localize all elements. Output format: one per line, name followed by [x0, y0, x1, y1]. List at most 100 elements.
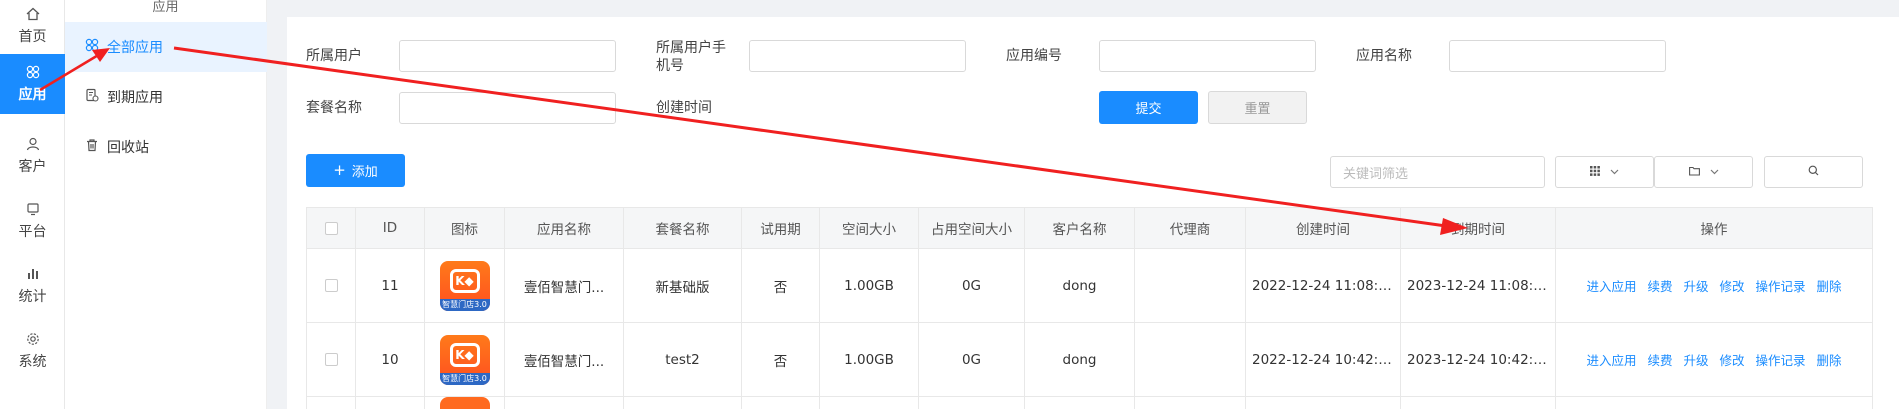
nav-item-label: 系统 [18, 354, 47, 370]
gear-icon [25, 331, 41, 347]
nav-item-label: 统计 [18, 289, 47, 305]
sub-item-expired-apps[interactable]: 到期应用 [65, 72, 267, 122]
trash-icon [85, 138, 99, 156]
grid-icon [1590, 165, 1600, 179]
column-header: 试用期 [741, 207, 820, 249]
sub-item-recycle-bin[interactable]: 回收站 [65, 122, 267, 172]
sub-item-label: 回收站 [107, 140, 149, 156]
nav-item-apps[interactable]: 应用 [0, 54, 65, 114]
add-button[interactable]: + 添加 [306, 154, 405, 187]
delete-link[interactable]: 删除 [1817, 350, 1842, 369]
app-no-label: 应用编号 [1006, 48, 1062, 64]
renew-link[interactable]: 续费 [1647, 350, 1672, 369]
space-cell: 1.00GB [819, 322, 919, 397]
renew-link[interactable]: 续费 [1647, 276, 1672, 295]
select-all-cell [306, 207, 356, 249]
column-header: 套餐名称 [623, 207, 742, 249]
trial-cell: 否 [741, 248, 820, 323]
created-cell: 2022-12-24 11:08:07 [1245, 248, 1401, 323]
sub-item-label: 全部应用 [107, 40, 163, 56]
chart-icon [25, 266, 41, 282]
app-name-cell: 壹佰智慧门... [504, 248, 624, 323]
app-name-label: 应用名称 [1356, 48, 1412, 64]
table-row [306, 396, 1873, 409]
nav-item-label: 平台 [18, 224, 47, 240]
agent-cell [1134, 248, 1246, 323]
package-input[interactable] [399, 92, 616, 124]
edit-link[interactable]: 修改 [1720, 276, 1745, 295]
column-header[interactable]: 到期时间 [1400, 207, 1556, 249]
space-cell: 1.00GB [819, 248, 919, 323]
app-name-cell: 壹佰智慧门... [504, 322, 624, 397]
package-cell: test2 [623, 322, 742, 397]
upgrade-link[interactable]: 升级 [1683, 350, 1708, 369]
column-header: 客户名称 [1024, 207, 1135, 249]
agent-cell [1134, 322, 1246, 397]
apps-icon [85, 38, 99, 56]
operation-log-link[interactable]: 操作记录 [1756, 276, 1806, 295]
nav-item-system[interactable]: 系统 [0, 325, 65, 377]
sub-item-all-apps[interactable]: 全部应用 [65, 22, 267, 72]
table-row: 11 K◆ 智慧门店3.0 壹佰智慧门... 新基础版 否 1.00GB 0G d… [306, 248, 1873, 323]
row-checkbox[interactable] [324, 279, 338, 292]
expire-cell: 2023-12-24 11:08:07 [1400, 248, 1556, 323]
search-icon [1808, 165, 1819, 179]
nav-item-customers[interactable]: 客户 [0, 130, 65, 182]
icon-cell: K◆ 智慧门店3.0 [424, 248, 505, 323]
select-all-checkbox[interactable] [324, 221, 338, 235]
export-button[interactable] [1654, 156, 1753, 188]
owner-input[interactable] [399, 40, 616, 72]
chevron-down-icon [1710, 167, 1719, 178]
column-toggle-button[interactable] [1555, 156, 1654, 188]
search-button[interactable] [1764, 156, 1863, 188]
column-header[interactable]: 创建时间 [1245, 207, 1401, 249]
folder-icon [1688, 166, 1700, 179]
keyword-filter-input[interactable]: 关键词筛选 [1330, 156, 1545, 188]
app-name-input[interactable] [1449, 40, 1666, 72]
plus-icon: + [333, 161, 346, 179]
owner-phone-label: 所属用户手 机号 [656, 40, 726, 74]
table-row: 10 K◆ 智慧门店3.0 壹佰智慧门... test2 否 1.00GB 0G … [306, 322, 1873, 397]
operation-log-link[interactable]: 操作记录 [1756, 350, 1806, 369]
nav-item-stats[interactable]: 统计 [0, 260, 65, 312]
user-icon [25, 136, 41, 152]
sub-menu: 应用 全部应用 到期应用 回收站 [65, 0, 267, 409]
app-logo-icon: K◆ 智慧门店3.0 [439, 334, 490, 385]
id-cell: 10 [355, 322, 425, 397]
customer-cell: dong [1024, 248, 1135, 323]
column-header: 应用名称 [504, 207, 624, 249]
package-cell: 新基础版 [623, 248, 742, 323]
chevron-down-icon [1610, 167, 1619, 178]
sub-item-label: 到期应用 [107, 90, 163, 106]
table-header-row: ID 图标 应用名称 套餐名称 试用期 空间大小 占用空间大小 客户名称 代理商… [306, 207, 1873, 249]
enter-app-link[interactable]: 进入应用 [1586, 350, 1636, 369]
nav-item-label: 首页 [18, 29, 47, 45]
row-checkbox[interactable] [324, 353, 338, 366]
column-header[interactable]: ID [355, 207, 425, 249]
owner-phone-input[interactable] [749, 40, 966, 72]
upgrade-link[interactable]: 升级 [1683, 276, 1708, 295]
created-label: 创建时间 [656, 100, 712, 116]
app-no-input[interactable] [1099, 40, 1316, 72]
reset-button[interactable]: 重置 [1208, 91, 1307, 124]
row-select-cell [306, 248, 356, 323]
nav-item-platform[interactable]: 平台 [0, 195, 65, 247]
delete-link[interactable]: 删除 [1817, 276, 1842, 295]
actions-cell: 进入应用 续费 升级 修改 操作记录 删除 [1555, 322, 1873, 397]
submit-button[interactable]: 提交 [1099, 91, 1198, 124]
column-header: 代理商 [1134, 207, 1246, 249]
used-space-cell: 0G [918, 248, 1025, 323]
icon-cell: K◆ 智慧门店3.0 [424, 322, 505, 397]
created-cell: 2022-12-24 10:42:30 [1245, 322, 1401, 397]
customer-cell: dong [1024, 322, 1135, 397]
enter-app-link[interactable]: 进入应用 [1586, 276, 1636, 295]
used-space-cell: 0G [918, 322, 1025, 397]
apps-table: ID 图标 应用名称 套餐名称 试用期 空间大小 占用空间大小 客户名称 代理商… [306, 207, 1873, 409]
home-icon [25, 6, 41, 22]
edit-link[interactable]: 修改 [1720, 350, 1745, 369]
main-nav: 首页 应用 客户 平台 统计 系统 [0, 0, 65, 409]
platform-icon [25, 201, 41, 217]
add-button-label: 添加 [351, 165, 378, 180]
trial-cell: 否 [741, 322, 820, 397]
nav-item-home[interactable]: 首页 [0, 0, 65, 52]
